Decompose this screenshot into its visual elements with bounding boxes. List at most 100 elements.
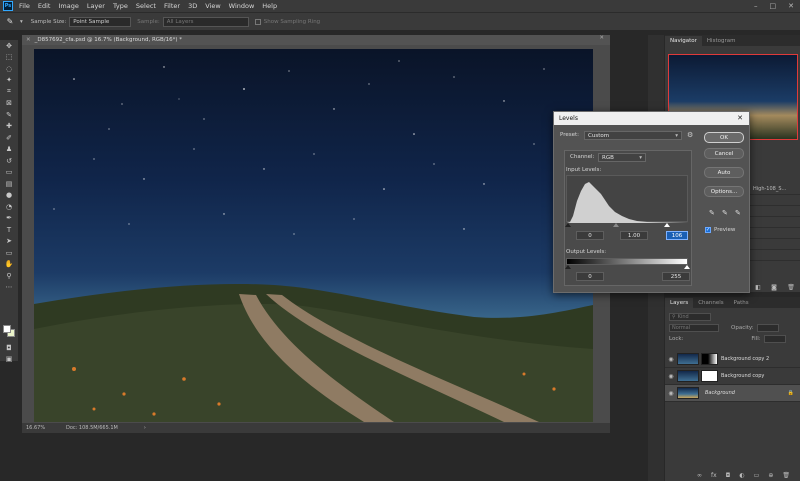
- hand-tool-icon[interactable]: ✋: [0, 259, 18, 271]
- quick-mask-icon[interactable]: ◘: [0, 342, 18, 354]
- input-black-slider[interactable]: [565, 223, 571, 227]
- input-black-field[interactable]: 0: [576, 231, 604, 240]
- rectangle-tool-icon[interactable]: ▭: [0, 247, 18, 259]
- menu-3d[interactable]: 3D: [188, 2, 197, 10]
- screen-mode-icon[interactable]: ▣: [0, 353, 18, 365]
- dodge-tool-icon[interactable]: ◔: [0, 201, 18, 213]
- menu-file[interactable]: File: [19, 2, 30, 10]
- menu-image[interactable]: Image: [58, 2, 78, 10]
- group-icon[interactable]: ▭: [754, 472, 760, 479]
- status-arrow-icon[interactable]: ›: [144, 425, 146, 431]
- options-button[interactable]: Options...: [704, 186, 744, 197]
- type-tool-icon[interactable]: T: [0, 224, 18, 236]
- tab-paths[interactable]: Paths: [729, 298, 754, 308]
- blur-tool-icon[interactable]: ●: [0, 190, 18, 202]
- menu-edit[interactable]: Edit: [38, 2, 51, 10]
- dialog-title-bar[interactable]: Levels ✕: [554, 112, 749, 125]
- input-gamma-field[interactable]: 1.00: [620, 231, 648, 240]
- eye-icon[interactable]: ◉: [665, 356, 677, 363]
- cancel-button[interactable]: Cancel: [704, 148, 744, 159]
- camera-icon[interactable]: ◙: [771, 284, 777, 291]
- pen-tool-icon[interactable]: ✒: [0, 213, 18, 225]
- output-black-slider[interactable]: [565, 265, 571, 269]
- delete-layer-icon[interactable]: 🗑: [782, 472, 790, 479]
- menu-type[interactable]: Type: [113, 2, 128, 10]
- document-tab[interactable]: ✕ _D857692_cfa.psd @ 16.7% (Background, …: [22, 35, 610, 45]
- trash-icon[interactable]: 🗑: [787, 284, 795, 291]
- eyedropper-icon[interactable]: ✎: [0, 109, 18, 121]
- healing-brush-icon[interactable]: ✚: [0, 121, 18, 133]
- adjustment-icon[interactable]: ◐: [739, 472, 744, 479]
- output-white-field[interactable]: 255: [662, 272, 690, 281]
- preset-select[interactable]: Custom ▾: [584, 131, 682, 140]
- white-eyedropper-icon[interactable]: ✎: [735, 209, 741, 217]
- dialog-close-icon[interactable]: ✕: [737, 114, 743, 122]
- snapshot-icon[interactable]: ◧: [755, 284, 761, 291]
- opacity-field[interactable]: [756, 323, 779, 332]
- minimize-icon[interactable]: –: [754, 2, 758, 10]
- fx-icon[interactable]: fx: [711, 472, 717, 479]
- sample-select[interactable]: All Layers: [162, 16, 249, 27]
- new-layer-icon[interactable]: ⊕: [768, 472, 773, 479]
- blend-mode-select[interactable]: Normal: [669, 323, 719, 332]
- layer-row[interactable]: ◉ Background 🔒: [665, 385, 800, 402]
- foreground-color-swatch[interactable]: [3, 325, 11, 333]
- path-select-icon[interactable]: ➤: [0, 236, 18, 248]
- layer-mask-thumbnail[interactable]: [701, 370, 718, 382]
- brush-tool-icon[interactable]: ✐: [0, 132, 18, 144]
- layer-mask-thumbnail[interactable]: [701, 353, 718, 365]
- menu-window[interactable]: Window: [229, 2, 255, 10]
- tab-histogram[interactable]: Histogram: [702, 36, 741, 46]
- output-white-slider[interactable]: [684, 265, 690, 269]
- input-white-field[interactable]: 106: [666, 231, 688, 240]
- document-window-close-icon[interactable]: ✕: [599, 35, 604, 41]
- gradient-tool-icon[interactable]: ▤: [0, 178, 18, 190]
- more-tools-icon[interactable]: ⋯: [0, 282, 18, 294]
- move-tool-icon[interactable]: ✥: [0, 40, 18, 52]
- menu-filter[interactable]: Filter: [164, 2, 180, 10]
- menu-layer[interactable]: Layer: [87, 2, 105, 10]
- tab-layers[interactable]: Layers: [665, 298, 694, 308]
- gray-eyedropper-icon[interactable]: ✎: [722, 209, 728, 217]
- fill-field[interactable]: [763, 334, 786, 343]
- black-eyedropper-icon[interactable]: ✎: [709, 209, 715, 217]
- tool-preset-chevron-icon[interactable]: ▾: [20, 19, 23, 25]
- channel-select[interactable]: RGB ▾: [598, 153, 646, 162]
- tab-channels[interactable]: Channels: [693, 298, 728, 308]
- menu-help[interactable]: Help: [262, 2, 277, 10]
- preset-options-gear-icon[interactable]: ⚙: [687, 131, 693, 139]
- lasso-tool-icon[interactable]: ◌: [0, 63, 18, 75]
- clone-stamp-icon[interactable]: ♟: [0, 144, 18, 156]
- layer-filter-select[interactable]: ⚲ Kind: [669, 312, 711, 321]
- auto-button[interactable]: Auto: [704, 167, 744, 178]
- close-document-icon[interactable]: ✕: [26, 37, 31, 43]
- input-gamma-slider[interactable]: [613, 223, 619, 227]
- ok-button[interactable]: OK: [704, 132, 744, 143]
- output-black-field[interactable]: 0: [576, 272, 604, 281]
- zoom-level[interactable]: 16.67%: [26, 425, 66, 431]
- layer-row[interactable]: ◉ Background copy: [665, 368, 800, 385]
- input-white-slider[interactable]: [664, 223, 670, 227]
- eye-icon[interactable]: ◉: [665, 390, 677, 397]
- history-item[interactable]: High-108_S...: [750, 184, 800, 195]
- link-icon[interactable]: ∞: [697, 472, 702, 479]
- zoom-tool-icon[interactable]: ⚲: [0, 270, 18, 282]
- add-mask-icon[interactable]: ◘: [726, 472, 731, 479]
- sample-size-select[interactable]: Point Sample: [69, 16, 132, 27]
- layer-row[interactable]: ◉ Background copy 2: [665, 351, 800, 368]
- menu-view[interactable]: View: [205, 2, 220, 10]
- show-sampling-ring-checkbox[interactable]: [254, 18, 261, 25]
- close-window-icon[interactable]: ✕: [788, 2, 794, 10]
- document-size-info[interactable]: Doc: 108.5M/665.1M: [66, 425, 118, 431]
- eyedropper-tool-icon[interactable]: ✎: [0, 17, 20, 26]
- frame-tool-icon[interactable]: ⊠: [0, 98, 18, 110]
- menu-select[interactable]: Select: [136, 2, 156, 10]
- quick-select-tool-icon[interactable]: ✦: [0, 75, 18, 87]
- image-canvas[interactable]: [34, 49, 593, 422]
- eraser-tool-icon[interactable]: ▭: [0, 167, 18, 179]
- history-brush-icon[interactable]: ↺: [0, 155, 18, 167]
- marquee-tool-icon[interactable]: ⬚: [0, 52, 18, 64]
- eye-icon[interactable]: ◉: [665, 373, 677, 380]
- crop-tool-icon[interactable]: ⌗: [0, 86, 18, 98]
- tab-navigator[interactable]: Navigator: [665, 36, 702, 46]
